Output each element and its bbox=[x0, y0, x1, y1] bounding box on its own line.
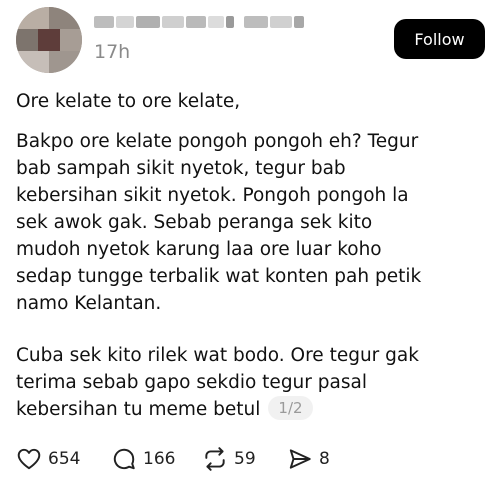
page-indicator-badge: 1/2 bbox=[268, 396, 313, 420]
share-count: 8 bbox=[319, 449, 330, 469]
action-bar: 654 166 59 8 bbox=[16, 444, 486, 474]
avatar[interactable] bbox=[16, 7, 82, 73]
comment-bubble-icon bbox=[111, 446, 137, 472]
post-paragraph: Ore kelate to ore kelate, bbox=[16, 91, 241, 112]
heart-icon bbox=[16, 446, 42, 472]
send-icon bbox=[287, 446, 313, 472]
like-button[interactable]: 654 bbox=[16, 444, 80, 474]
post-paragraph: Cuba sek kito rilek wat bodo. Ore tegur … bbox=[16, 345, 419, 420]
repost-button[interactable]: 59 bbox=[202, 444, 256, 474]
comment-button[interactable]: 166 bbox=[111, 444, 175, 474]
post-paragraph-last: Cuba sek kito rilek wat bodo. Ore tegur … bbox=[16, 342, 486, 423]
repost-icon bbox=[202, 446, 228, 472]
follow-button[interactable]: Follow bbox=[394, 19, 485, 59]
repost-count: 59 bbox=[234, 449, 256, 469]
like-count: 654 bbox=[48, 449, 81, 469]
share-button[interactable]: 8 bbox=[287, 444, 330, 474]
thread-post: 17h Follow Ore kelate to ore kelate, Bak… bbox=[0, 0, 500, 496]
post-time: 17h bbox=[94, 41, 131, 63]
post-header: 17h Follow bbox=[0, 0, 500, 80]
username-redacted[interactable] bbox=[94, 12, 304, 34]
comment-count: 166 bbox=[143, 449, 176, 469]
post-paragraph: Bakpo ore kelate pongoh pongoh eh? Tegur… bbox=[16, 131, 422, 314]
